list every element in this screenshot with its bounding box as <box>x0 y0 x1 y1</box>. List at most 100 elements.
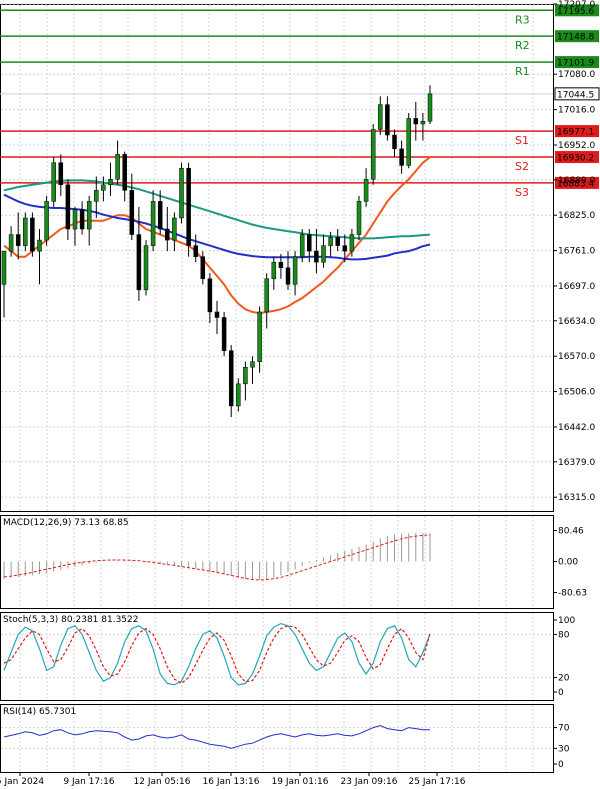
candle[interactable] <box>363 168 369 207</box>
candle[interactable] <box>292 251 298 296</box>
x-tick-label: 9 Jan 17:16 <box>63 777 115 787</box>
candle-body-bear <box>278 261 284 268</box>
candle-body-bull <box>250 361 255 368</box>
candle-body-bear <box>129 190 135 235</box>
candle[interactable] <box>186 162 191 257</box>
candle[interactable] <box>179 162 184 224</box>
candle[interactable] <box>193 234 198 263</box>
candle[interactable] <box>406 112 411 169</box>
candle[interactable] <box>172 212 177 252</box>
level-name-s3: S3 <box>515 186 529 199</box>
rsi-line <box>3 724 431 749</box>
candle-body-bull <box>172 217 177 241</box>
candle[interactable] <box>44 195 49 246</box>
candle[interactable] <box>243 361 248 401</box>
candle[interactable] <box>271 256 277 290</box>
candle-body-bull <box>51 162 56 202</box>
candle[interactable] <box>37 229 42 285</box>
candle[interactable] <box>122 151 127 202</box>
price-y-tick-label: 16506.0 <box>558 388 595 398</box>
candle[interactable] <box>165 206 170 252</box>
price-y-tick-label: 17207.0 <box>558 0 595 10</box>
candle[interactable] <box>30 212 35 257</box>
candle[interactable] <box>86 195 92 246</box>
candle[interactable] <box>79 201 85 235</box>
level-price-value: 16977.1 <box>557 128 594 138</box>
candle-body-bull <box>86 201 92 230</box>
candle[interactable] <box>413 101 419 141</box>
candle[interactable] <box>420 112 426 141</box>
candle-body-bear <box>186 167 191 246</box>
candle[interactable] <box>257 306 262 373</box>
x-tick-label: 19 Jan 01:16 <box>272 777 329 787</box>
candle[interactable] <box>228 345 234 418</box>
candle-body-bull <box>264 278 269 313</box>
candle-body-bear <box>307 234 312 252</box>
candle-body-bull <box>115 154 120 180</box>
stochastic-y-tick-label: 80 <box>558 630 570 640</box>
candle[interactable] <box>115 140 120 185</box>
stochastic-label: Stoch(5,3,3) 80.2381 81.3522 <box>3 615 138 625</box>
candle[interactable] <box>250 356 255 384</box>
current-price-value: 17044.5 <box>557 90 594 100</box>
candle[interactable] <box>370 123 376 185</box>
candle[interactable] <box>392 129 397 158</box>
candle-body-bear <box>392 134 397 150</box>
macd-label: MACD(12,26,9) 73.13 68.85 <box>3 518 129 528</box>
candle[interactable] <box>378 96 383 136</box>
candle-body-bull <box>23 217 28 246</box>
candle-body-bull <box>108 179 113 186</box>
candle[interactable] <box>1 250 7 318</box>
candle[interactable] <box>399 140 404 174</box>
candle-body-bull <box>328 237 333 246</box>
candle-body-bear <box>58 162 64 186</box>
price-y-tick-label: 16442.0 <box>558 423 595 433</box>
candle[interactable] <box>236 378 241 412</box>
candle-body-bull <box>299 234 305 257</box>
price-y-tick-label: 16315.0 <box>558 493 595 503</box>
candle[interactable] <box>150 190 156 252</box>
candle[interactable] <box>143 240 149 296</box>
candle-body-bear <box>122 154 127 191</box>
price-y-tick-label: 16697.0 <box>558 282 595 292</box>
candle-body-bear <box>193 245 198 257</box>
trading-chart[interactable]: R317195.6R217148.8R117101.9S116977.1S216… <box>0 0 600 789</box>
candle[interactable] <box>264 273 269 329</box>
candle[interactable] <box>221 311 227 357</box>
candle[interactable] <box>72 206 78 246</box>
candle[interactable] <box>51 157 56 207</box>
candle[interactable] <box>214 300 220 335</box>
price-y-tick-label: 16634.0 <box>558 317 595 327</box>
candle-body-bull <box>356 201 362 235</box>
candle[interactable] <box>200 251 206 285</box>
candle[interactable] <box>65 179 71 241</box>
candle[interactable] <box>108 162 113 196</box>
candle[interactable] <box>356 195 362 241</box>
level-name-r3: R3 <box>515 13 530 26</box>
candle[interactable] <box>321 234 326 268</box>
candle[interactable] <box>385 96 390 141</box>
candle[interactable] <box>129 173 135 241</box>
level-name-s2: S2 <box>515 160 529 173</box>
candle-body-bull <box>370 129 376 180</box>
candle-body-bear <box>65 184 71 230</box>
candle[interactable] <box>15 212 21 260</box>
stochastic-y-tick-label: 100 <box>558 616 575 626</box>
candle-body-bear <box>214 311 220 318</box>
candle-body-bull <box>72 209 78 230</box>
x-tick-label: 23 Jan 09:16 <box>341 777 398 787</box>
x-tick-label: 12 Jan 05:16 <box>134 777 191 787</box>
candle[interactable] <box>427 85 433 124</box>
candle[interactable] <box>207 273 213 324</box>
rsi-y-tick-label: 70 <box>558 724 570 734</box>
candle-body-bull <box>243 366 248 385</box>
candle-body-bull <box>44 201 49 241</box>
grid-lines <box>1 3 553 772</box>
stochastic-y-tick-label: 0 <box>558 688 564 698</box>
candle[interactable] <box>335 229 340 252</box>
candle-body-bear <box>157 201 163 230</box>
candle-body-bear <box>165 228 170 241</box>
candle[interactable] <box>58 154 64 196</box>
panel-rsi-frame <box>0 704 554 773</box>
candle[interactable] <box>23 212 28 252</box>
